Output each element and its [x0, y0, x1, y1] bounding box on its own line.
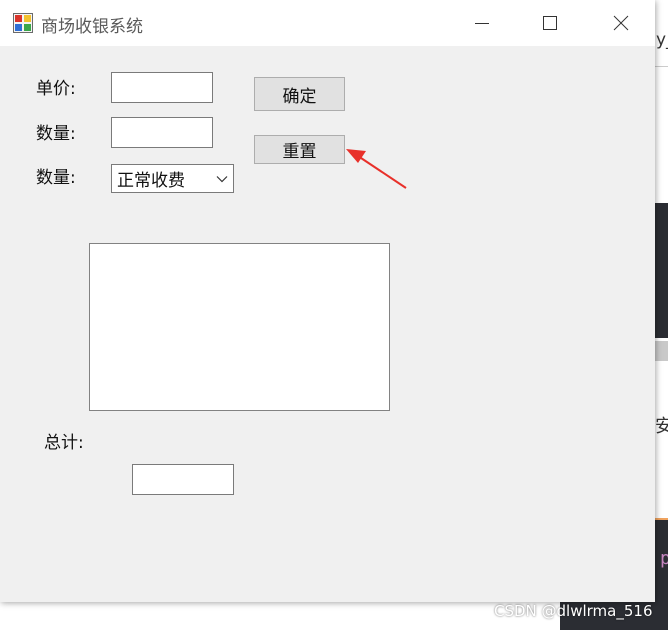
quantity-input[interactable] — [111, 117, 213, 148]
background-text-fragment-2: 安 — [655, 416, 668, 437]
minimize-icon — [475, 23, 489, 24]
total-label: 总计: — [44, 433, 84, 453]
total-input[interactable] — [132, 464, 234, 495]
maximize-icon — [543, 16, 557, 30]
close-button[interactable] — [598, 0, 644, 46]
price-label: 单价: — [36, 79, 76, 99]
chevron-down-icon — [211, 165, 233, 192]
maximize-button[interactable] — [527, 0, 573, 46]
background-scrollbar — [655, 341, 668, 361]
minimize-button[interactable] — [459, 0, 505, 46]
mode-label: 数量: — [36, 168, 76, 188]
watermark-text: CSDN @dlwlrma_516 — [494, 602, 653, 620]
reset-button[interactable]: 重置 — [254, 135, 345, 164]
quantity-label: 数量: — [36, 124, 76, 144]
charge-mode-value: 正常收费 — [117, 171, 185, 191]
title-bar[interactable]: 商场收银系统 — [0, 0, 655, 46]
background-divider — [655, 66, 668, 67]
charge-mode-select[interactable]: 正常收费 — [111, 164, 234, 193]
background-bottom-strip — [0, 602, 560, 630]
background-code-panel — [655, 203, 668, 338]
confirm-button[interactable]: 确定 — [254, 77, 345, 111]
price-input[interactable] — [111, 72, 213, 103]
background-code-glyph: p — [660, 548, 668, 569]
annotation-arrow-icon — [346, 149, 407, 189]
screenshot-stage: y_ 安 p 商场收银系统 — [0, 0, 668, 630]
background-text-fragment: y_ — [656, 30, 668, 50]
window-title: 商场收银系统 — [41, 17, 143, 37]
close-icon — [613, 15, 629, 31]
app-icon — [13, 13, 33, 33]
cashier-window: 商场收银系统 单价: 数量: 数量: 正常收费 确定 重置 总计: — [0, 0, 655, 602]
item-listbox[interactable] — [89, 243, 390, 411]
